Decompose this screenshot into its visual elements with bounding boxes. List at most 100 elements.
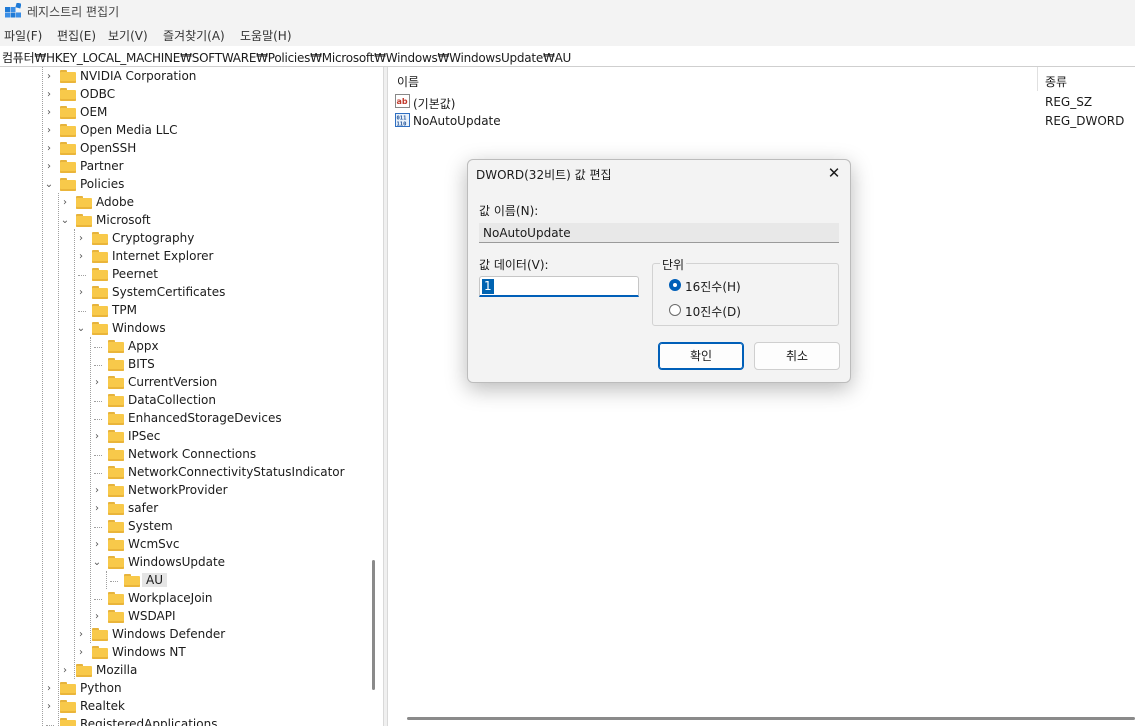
tree-item[interactable]: › safer (0, 500, 383, 518)
tree-item-label[interactable]: Realtek (80, 699, 125, 713)
chevron-right-icon[interactable]: › (92, 485, 102, 497)
tree-item[interactable]: › OEM (0, 104, 383, 122)
tree-item[interactable]: › Partner (0, 158, 383, 176)
chevron-right-icon[interactable]: › (92, 503, 102, 515)
tree-item-label[interactable]: Windows (112, 321, 166, 335)
tree-item[interactable]: BITS (0, 356, 383, 374)
tree-item[interactable]: RegisteredApplications (0, 716, 383, 726)
tree-item[interactable]: › Mozilla (0, 662, 383, 680)
tree-item[interactable]: System (0, 518, 383, 536)
tree-item-label[interactable]: Windows Defender (112, 627, 225, 641)
tree-item-label[interactable]: WcmSvc (128, 537, 179, 551)
chevron-right-icon[interactable]: › (76, 251, 86, 263)
tree-item[interactable]: Appx (0, 338, 383, 356)
tree-item-label[interactable]: RegisteredApplications (80, 717, 217, 726)
tree-item-label[interactable]: System (128, 519, 173, 533)
tree-item-label[interactable]: OEM (80, 105, 107, 119)
tree-item-label[interactable]: TPM (112, 303, 137, 317)
tree-item[interactable]: ⌄ Policies (0, 176, 383, 194)
tree-item[interactable]: DataCollection (0, 392, 383, 410)
key-tree[interactable]: › NVIDIA Corporation › ODBC › OEM › Open Media … (0, 67, 383, 726)
tree-item[interactable]: › Open Media LLC (0, 122, 383, 140)
chevron-right-icon[interactable]: › (44, 89, 54, 101)
chevron-right-icon[interactable]: › (44, 125, 54, 137)
tree-item[interactable]: › Adobe (0, 194, 383, 212)
tree-item[interactable]: › Internet Explorer (0, 248, 383, 266)
tree-item[interactable]: › Windows Defender (0, 626, 383, 644)
column-header-name[interactable]: 이름 (397, 73, 419, 90)
column-header-type[interactable]: 종류 (1045, 73, 1067, 90)
tree-item-label[interactable]: Policies (80, 177, 124, 191)
tree-item-label[interactable]: BITS (128, 357, 155, 371)
tree-item[interactable]: › IPSec (0, 428, 383, 446)
tree-item-label[interactable]: Python (80, 681, 122, 695)
tree-item[interactable]: › WcmSvc (0, 536, 383, 554)
decimal-radio-label[interactable]: 10진수(D) (685, 303, 741, 320)
tree-item-label[interactable]: Network Connections (128, 447, 256, 461)
tree-item-label[interactable]: OpenSSH (80, 141, 136, 155)
list-horizontal-scrollbar[interactable] (407, 717, 1135, 720)
menu-view[interactable]: 보기(V) (108, 27, 148, 44)
tree-item-label[interactable]: Internet Explorer (112, 249, 213, 263)
hex-radio-label[interactable]: 16진수(H) (685, 278, 741, 295)
tree-item[interactable]: › NVIDIA Corporation (0, 68, 383, 86)
menu-file[interactable]: 파일(F) (4, 27, 42, 44)
chevron-down-icon[interactable]: ⌄ (60, 215, 70, 227)
value-data-text[interactable]: 1 (482, 279, 494, 294)
tree-item[interactable]: › WSDAPI (0, 608, 383, 626)
tree-item-label[interactable]: Cryptography (112, 231, 194, 245)
tree-item-label[interactable]: ODBC (80, 87, 115, 101)
tree-item[interactable]: › Python (0, 680, 383, 698)
tree-item-label[interactable]: DataCollection (128, 393, 216, 407)
tree-item[interactable]: ⌄ Microsoft (0, 212, 383, 230)
chevron-down-icon[interactable]: ⌄ (44, 179, 54, 191)
tree-item[interactable]: › Cryptography (0, 230, 383, 248)
tree-item[interactable]: TPM (0, 302, 383, 320)
tree-item-label[interactable]: IPSec (128, 429, 160, 443)
tree-item-label[interactable]: SystemCertificates (112, 285, 225, 299)
tree-item[interactable]: › Realtek (0, 698, 383, 716)
tree-item[interactable]: › OpenSSH (0, 140, 383, 158)
chevron-right-icon[interactable]: › (44, 701, 54, 713)
chevron-right-icon[interactable]: › (92, 611, 102, 623)
tree-item[interactable]: › SystemCertificates (0, 284, 383, 302)
pane-splitter[interactable] (383, 67, 388, 726)
tree-item[interactable]: › CurrentVersion (0, 374, 383, 392)
tree-item[interactable]: NetworkConnectivityStatusIndicator (0, 464, 383, 482)
tree-item-label[interactable]: Partner (80, 159, 124, 173)
chevron-right-icon[interactable]: › (44, 161, 54, 173)
decimal-radio[interactable] (669, 304, 681, 316)
tree-item[interactable]: Peernet (0, 266, 383, 284)
chevron-right-icon[interactable]: › (76, 287, 86, 299)
chevron-right-icon[interactable]: › (60, 665, 70, 677)
cancel-button[interactable]: 취소 (754, 342, 840, 370)
tree-item[interactable]: › Windows NT (0, 644, 383, 662)
chevron-right-icon[interactable]: › (44, 71, 54, 83)
chevron-right-icon[interactable]: › (92, 431, 102, 443)
chevron-right-icon[interactable]: › (44, 107, 54, 119)
chevron-down-icon[interactable]: ⌄ (76, 323, 86, 335)
tree-item-label[interactable]: Open Media LLC (80, 123, 177, 137)
tree-item-label[interactable]: safer (128, 501, 158, 515)
tree-item-label[interactable]: WorkplaceJoin (128, 591, 213, 605)
list-item[interactable]: ab (기본값) REG_SZ (389, 93, 1135, 111)
tree-item-label[interactable]: EnhancedStorageDevices (128, 411, 282, 425)
address-bar[interactable]: 컴퓨터₩HKEY_LOCAL_MACHINE₩SOFTWARE₩Policies… (0, 46, 1135, 67)
tree-item[interactable]: Network Connections (0, 446, 383, 464)
tree-item-label[interactable]: Windows NT (112, 645, 186, 659)
chevron-down-icon[interactable]: ⌄ (92, 557, 102, 569)
chevron-right-icon[interactable]: › (92, 539, 102, 551)
menu-edit[interactable]: 편집(E) (57, 27, 96, 44)
close-icon[interactable]: ✕ (825, 164, 843, 182)
chevron-right-icon[interactable]: › (76, 629, 86, 641)
tree-item-label[interactable]: WSDAPI (128, 609, 176, 623)
chevron-right-icon[interactable]: › (44, 143, 54, 155)
chevron-right-icon[interactable]: › (76, 233, 86, 245)
tree-item-label[interactable]: NetworkProvider (128, 483, 228, 497)
tree-item[interactable]: WorkplaceJoin (0, 590, 383, 608)
list-item[interactable]: 011 110 NoAutoUpdate REG_DWORD (389, 112, 1135, 130)
tree-item-label[interactable]: CurrentVersion (128, 375, 217, 389)
chevron-right-icon[interactable]: › (44, 683, 54, 695)
tree-item-label[interactable]: Mozilla (96, 663, 137, 677)
tree-item-label[interactable]: AU (142, 573, 167, 587)
